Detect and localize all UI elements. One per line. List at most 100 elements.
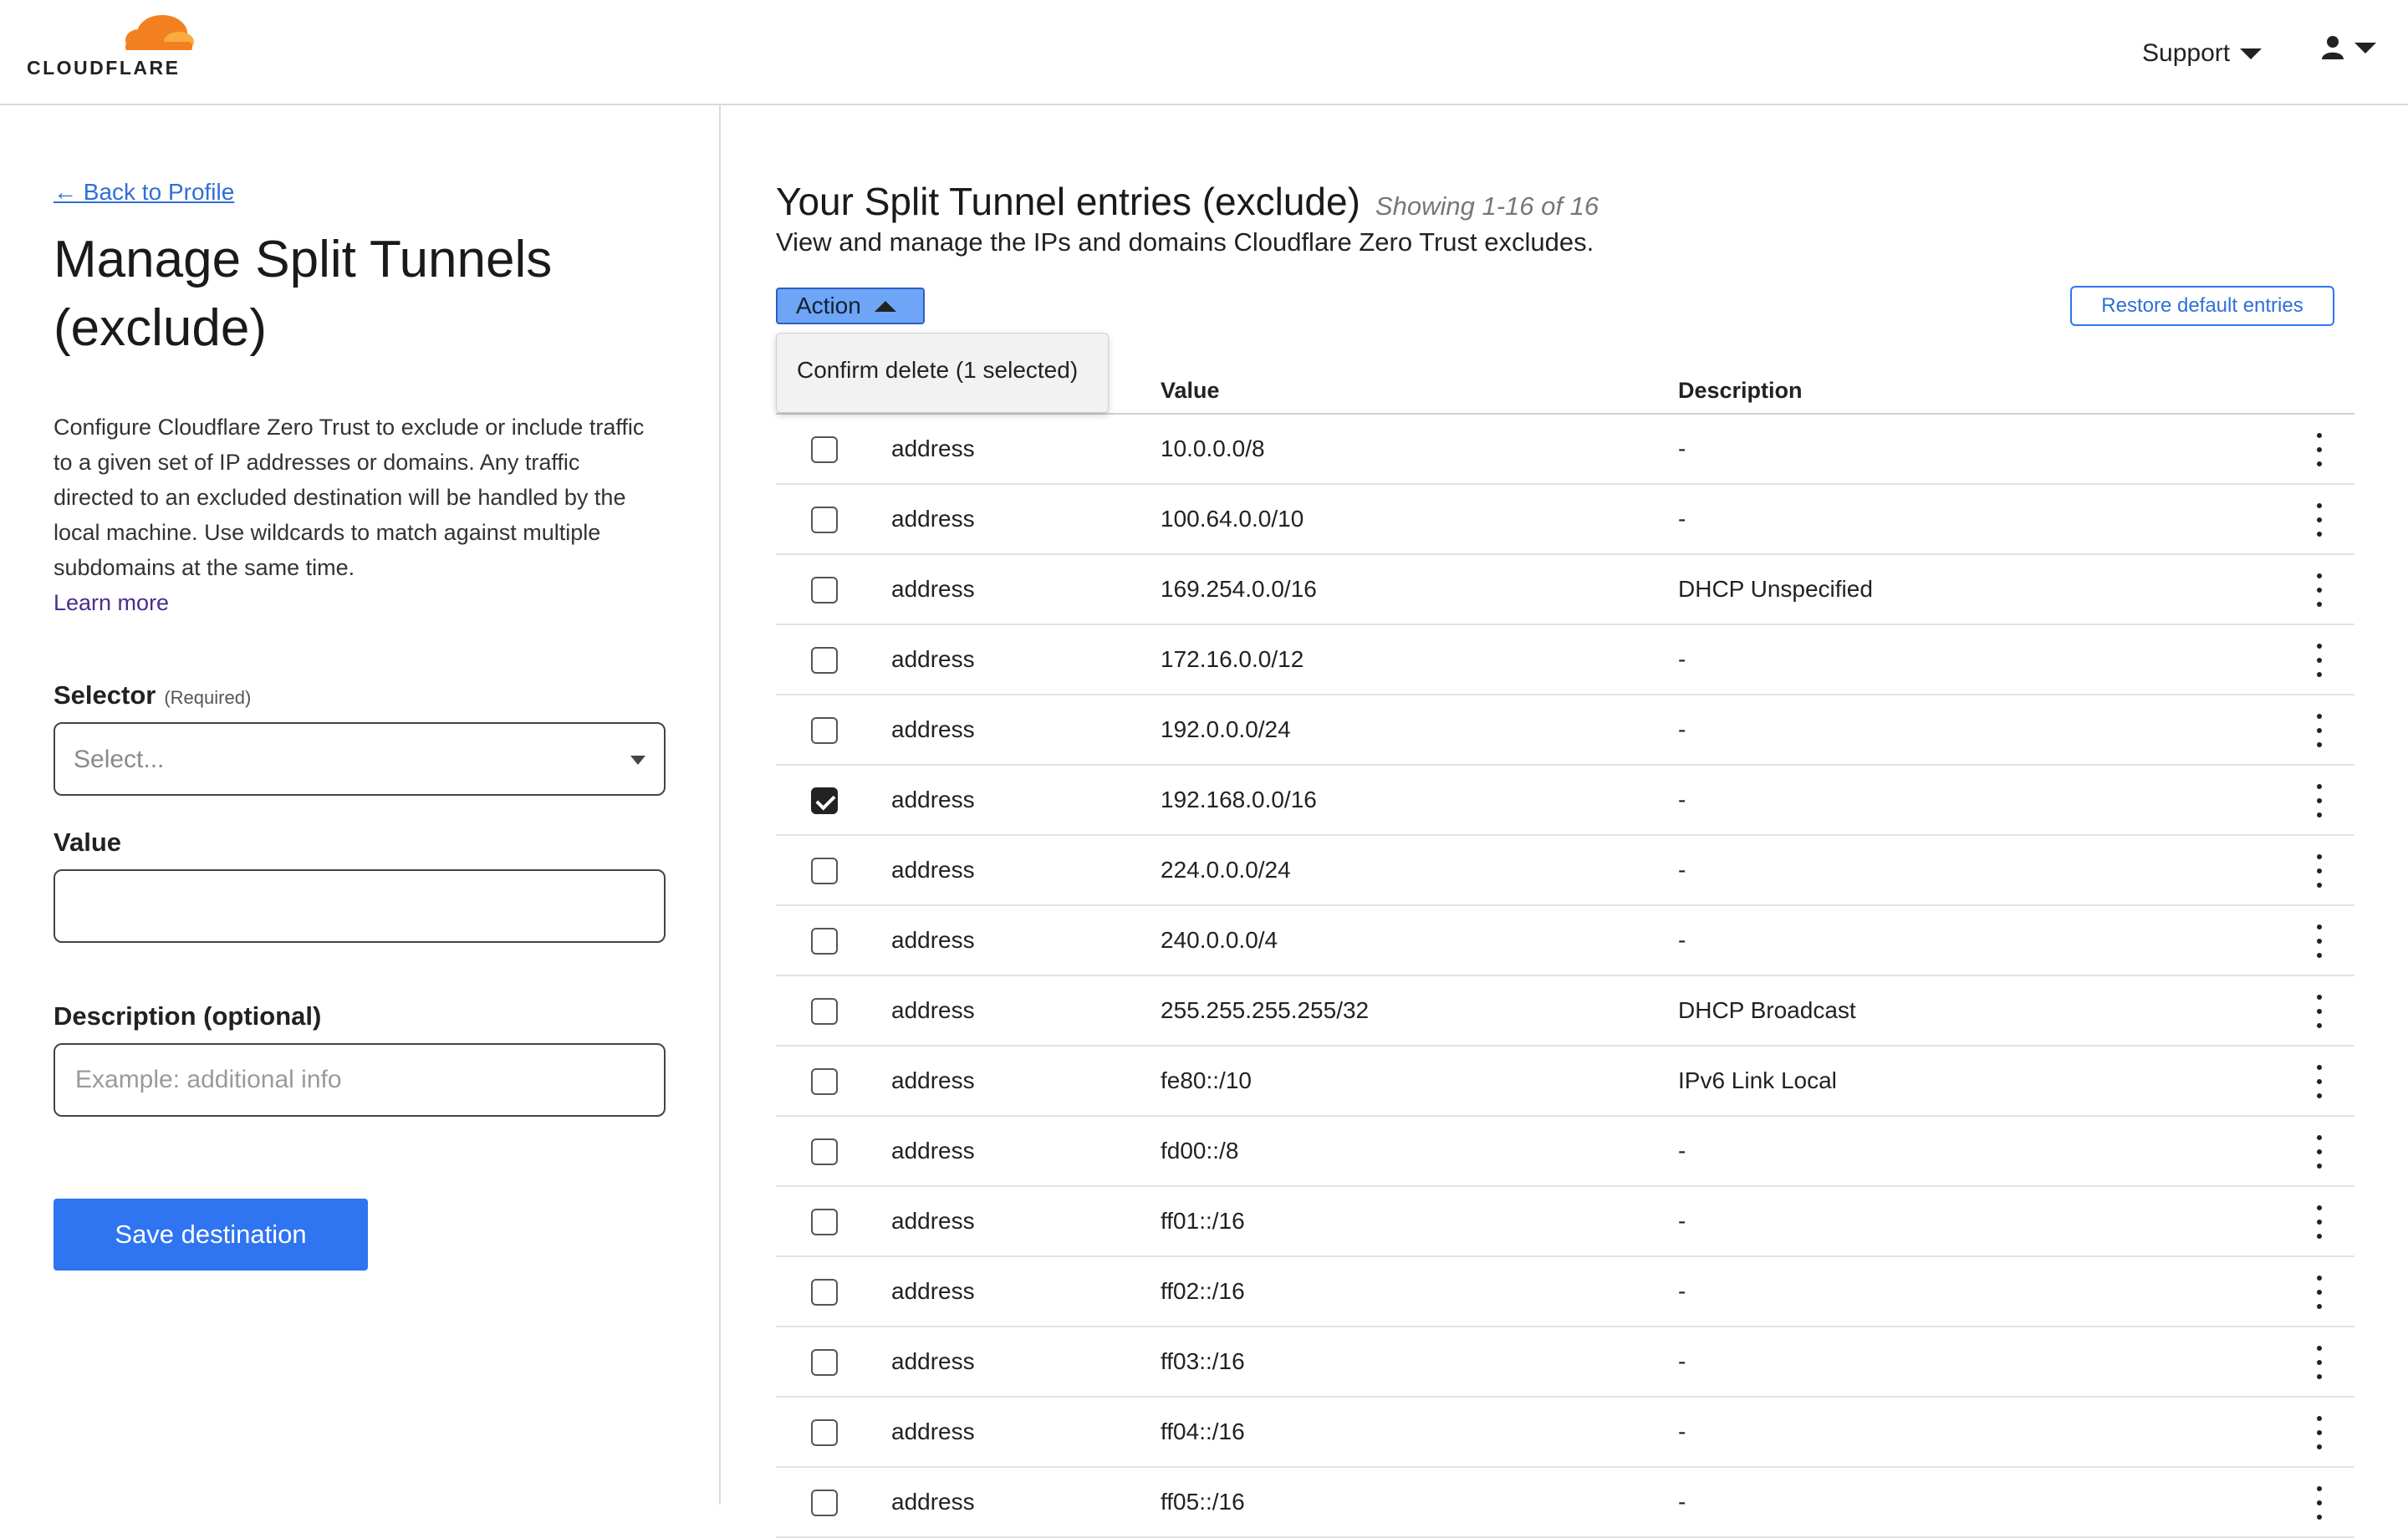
row-type: address <box>891 435 975 461</box>
row-description: - <box>1678 787 1686 812</box>
user-menu[interactable] <box>2321 35 2376 60</box>
row-kebab-menu-icon[interactable] <box>2309 784 2329 817</box>
table-row: address fe80::/10 IPv6 Link Local <box>776 1047 2354 1117</box>
row-description: - <box>1678 1489 1686 1515</box>
split-tunnel-list-panel: Your Split Tunnel entries (exclude) Showi… <box>722 105 2408 1538</box>
support-menu[interactable]: Support <box>2142 37 2263 70</box>
row-type: address <box>891 1489 975 1515</box>
row-kebab-menu-icon[interactable] <box>2309 1486 2329 1520</box>
table-row: address 192.0.0.0/24 - <box>776 695 2354 766</box>
row-kebab-menu-icon[interactable] <box>2309 644 2329 677</box>
row-checkbox[interactable] <box>811 577 838 603</box>
table-row: address ff04::/16 - <box>776 1398 2354 1468</box>
save-destination-button[interactable]: Save destination <box>54 1199 368 1271</box>
caret-down-icon <box>2354 42 2376 53</box>
cloudflare-logo[interactable]: CLOUDFLARE <box>25 13 209 89</box>
row-kebab-menu-icon[interactable] <box>2309 433 2329 466</box>
table-row: address ff05::/16 - <box>776 1468 2354 1538</box>
table-row: address 240.0.0.0/4 - <box>776 906 2354 976</box>
row-value: ff03::/16 <box>1161 1348 1245 1374</box>
action-label: Action <box>796 293 861 318</box>
row-checkbox[interactable] <box>811 1068 838 1095</box>
table-row: address fd00::/8 - <box>776 1117 2354 1187</box>
showing-count: Showing 1-16 of 16 <box>1375 191 1599 221</box>
row-value: 224.0.0.0/24 <box>1161 857 1291 883</box>
row-checkbox[interactable] <box>811 1138 838 1165</box>
user-icon <box>2322 36 2344 59</box>
row-kebab-menu-icon[interactable] <box>2309 1276 2329 1309</box>
row-kebab-menu-icon[interactable] <box>2309 1205 2329 1239</box>
row-description: - <box>1678 435 1686 461</box>
row-checkbox[interactable] <box>811 1419 838 1446</box>
table-row: address 224.0.0.0/24 - <box>776 836 2354 906</box>
row-description: - <box>1678 716 1686 742</box>
row-checkbox[interactable] <box>811 1279 838 1306</box>
row-description: - <box>1678 646 1686 672</box>
row-value: 240.0.0.0/4 <box>1161 927 1278 953</box>
row-value: ff05::/16 <box>1161 1489 1245 1515</box>
row-kebab-menu-icon[interactable] <box>2309 1065 2329 1098</box>
table-row: address ff01::/16 - <box>776 1187 2354 1257</box>
restore-default-entries-button[interactable]: Restore default entries <box>2070 286 2334 326</box>
row-description: - <box>1678 1418 1686 1444</box>
row-type: address <box>891 576 975 602</box>
row-kebab-menu-icon[interactable] <box>2309 1416 2329 1449</box>
chevron-down-icon <box>630 756 645 765</box>
intro-text: Configure Cloudflare Zero Trust to exclu… <box>54 410 656 620</box>
top-header: CLOUDFLARE Support <box>0 0 2408 105</box>
row-kebab-menu-icon[interactable] <box>2309 503 2329 537</box>
row-value: 100.64.0.0/10 <box>1161 506 1304 532</box>
row-type: address <box>891 1067 975 1093</box>
row-value: 169.254.0.0/16 <box>1161 576 1317 602</box>
row-checkbox[interactable] <box>811 928 838 955</box>
list-title-text: Your Split Tunnel entries (exclude) <box>776 180 1360 223</box>
table-row: address 172.16.0.0/12 - <box>776 625 2354 695</box>
table-row: address ff02::/16 - <box>776 1257 2354 1327</box>
row-type: address <box>891 857 975 883</box>
row-kebab-menu-icon[interactable] <box>2309 854 2329 888</box>
add-entry-panel: ← Back to Profile Manage Split Tunnels (… <box>0 105 721 1505</box>
row-type: address <box>891 646 975 672</box>
table-row: address ff03::/16 - <box>776 1327 2354 1398</box>
row-checkbox[interactable] <box>811 436 838 463</box>
row-kebab-menu-icon[interactable] <box>2309 714 2329 747</box>
list-title: Your Split Tunnel entries (exclude) Showi… <box>776 179 1599 224</box>
selector-dropdown[interactable]: Select... <box>54 722 666 796</box>
row-description: DHCP Unspecified <box>1678 576 1873 602</box>
row-checkbox[interactable] <box>811 787 838 814</box>
row-value: 192.0.0.0/24 <box>1161 716 1291 742</box>
selector-placeholder: Select... <box>74 746 165 773</box>
row-kebab-menu-icon[interactable] <box>2309 995 2329 1028</box>
row-checkbox[interactable] <box>811 717 838 744</box>
action-dropdown-button[interactable]: Action <box>776 288 925 324</box>
back-to-profile-link[interactable]: ← Back to Profile <box>54 179 234 206</box>
row-type: address <box>891 1278 975 1304</box>
description-input[interactable] <box>54 1043 666 1117</box>
row-kebab-menu-icon[interactable] <box>2309 1346 2329 1379</box>
row-checkbox[interactable] <box>811 1490 838 1516</box>
row-kebab-menu-icon[interactable] <box>2309 924 2329 958</box>
selector-label: Selector (Required) <box>54 680 251 710</box>
table-row: address 169.254.0.0/16 DHCP Unspecified <box>776 555 2354 625</box>
confirm-delete-item[interactable]: Confirm delete (1 selected) <box>797 357 1078 384</box>
row-value: 255.255.255.255/32 <box>1161 997 1370 1023</box>
row-type: address <box>891 1138 975 1164</box>
learn-more-link[interactable]: Learn more <box>54 585 169 620</box>
row-kebab-menu-icon[interactable] <box>2309 573 2329 607</box>
row-kebab-menu-icon[interactable] <box>2309 1135 2329 1169</box>
row-value: 192.168.0.0/16 <box>1161 787 1317 812</box>
row-type: address <box>891 1348 975 1374</box>
row-description: - <box>1678 506 1686 532</box>
row-description: - <box>1678 927 1686 953</box>
page-title: Manage Split Tunnels (exclude) <box>54 231 553 357</box>
row-checkbox[interactable] <box>811 1209 838 1235</box>
row-checkbox[interactable] <box>811 1349 838 1376</box>
row-checkbox[interactable] <box>811 647 838 674</box>
row-checkbox[interactable] <box>811 858 838 884</box>
row-type: address <box>891 997 975 1023</box>
row-value: 172.16.0.0/12 <box>1161 646 1304 672</box>
value-input[interactable] <box>54 869 666 943</box>
table-body: address 10.0.0.0/8- address 100.64.0.0/10- a… <box>776 415 2354 1538</box>
row-checkbox[interactable] <box>811 998 838 1025</box>
row-checkbox[interactable] <box>811 507 838 533</box>
